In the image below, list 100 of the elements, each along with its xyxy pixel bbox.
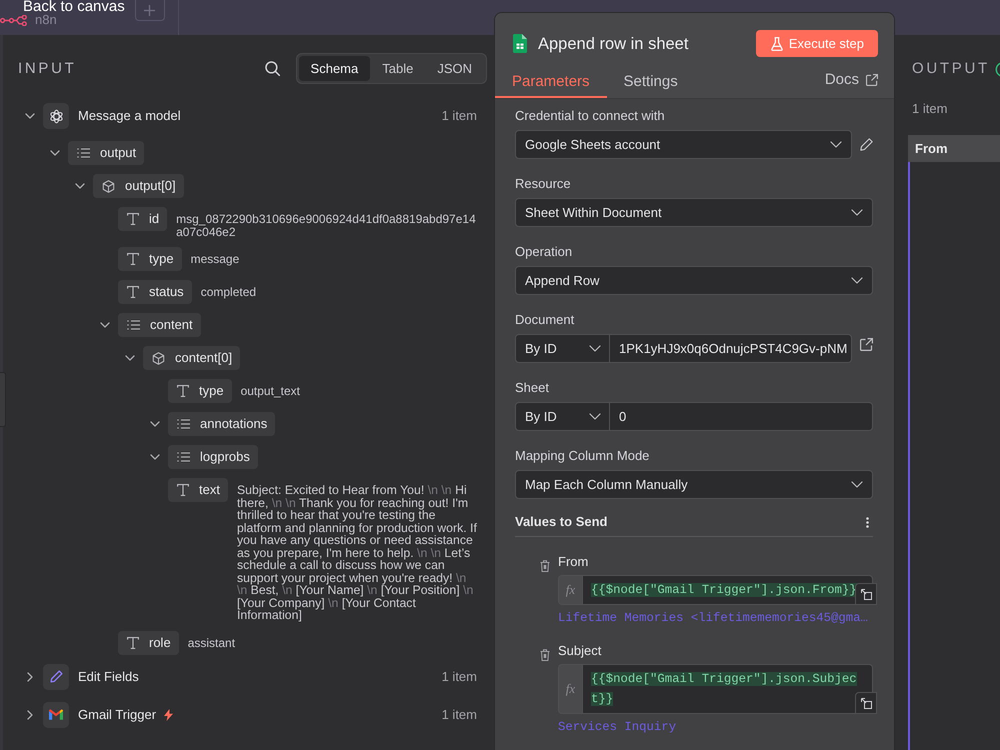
list-icon bbox=[177, 452, 190, 462]
chevron-down-icon[interactable] bbox=[150, 421, 160, 427]
chevron-down-icon[interactable] bbox=[150, 454, 160, 460]
field-chip[interactable]: text bbox=[168, 478, 228, 502]
expression-field[interactable]: {{$node["Gmail Trigger"].json.Subject}} bbox=[582, 664, 873, 714]
field-value: message bbox=[190, 251, 240, 266]
chevron-down-icon[interactable] bbox=[125, 355, 135, 361]
list-icon bbox=[127, 320, 140, 330]
external-link-icon[interactable] bbox=[860, 338, 873, 351]
field-key: id bbox=[149, 211, 160, 227]
chevron-down-icon[interactable] bbox=[75, 183, 85, 189]
search-icon[interactable] bbox=[264, 61, 280, 76]
chevron-down-icon[interactable] bbox=[100, 322, 110, 328]
field-key: status bbox=[149, 284, 184, 300]
select-field[interactable]: Google Sheets account bbox=[515, 130, 852, 159]
fx-badge: fx bbox=[558, 664, 582, 714]
field-key: output bbox=[100, 145, 136, 161]
flask-icon bbox=[770, 36, 783, 50]
expand-button[interactable] bbox=[855, 692, 877, 714]
field-key: logprobs bbox=[200, 449, 250, 465]
view-tab[interactable]: Schema bbox=[298, 56, 370, 81]
chevron-down-icon[interactable] bbox=[25, 113, 35, 119]
field-label: Credential to connect with bbox=[515, 108, 666, 124]
expand-button[interactable] bbox=[855, 583, 877, 605]
pencil-icon bbox=[43, 664, 69, 690]
lightning-icon bbox=[164, 708, 174, 720]
list-icon bbox=[177, 419, 190, 429]
chevron-right-icon[interactable] bbox=[27, 672, 33, 682]
cube-icon bbox=[102, 180, 115, 192]
select-field[interactable]: Map Each Column Manually bbox=[515, 470, 873, 499]
node-name: Edit Fields bbox=[78, 668, 139, 684]
letter-t-icon bbox=[127, 213, 139, 225]
chevron-down-icon bbox=[589, 413, 601, 420]
letter-t-icon bbox=[127, 286, 139, 298]
docs-link[interactable]: Docs bbox=[824, 71, 878, 89]
field-value: assistant bbox=[188, 634, 236, 649]
field-chip[interactable]: status bbox=[118, 280, 192, 304]
field-label: Resource bbox=[515, 176, 572, 192]
id-input-field[interactable]: 1PK1yHJ9x0q6OdnujcPST4C9Gv-pNM bbox=[610, 334, 852, 363]
plus-icon bbox=[144, 4, 156, 16]
field-chip[interactable]: role bbox=[118, 630, 179, 654]
id-input-field[interactable]: 0 bbox=[610, 402, 873, 431]
field-label: Operation bbox=[515, 244, 574, 260]
item-count: 1 item bbox=[442, 668, 477, 684]
item-count: 1 item bbox=[442, 706, 477, 722]
mode-select[interactable]: By ID bbox=[515, 334, 610, 363]
mode-select[interactable]: By ID bbox=[515, 402, 610, 431]
chevron-down-icon[interactable] bbox=[50, 150, 60, 156]
field-chip[interactable]: output[0] bbox=[93, 174, 184, 198]
letter-t-icon bbox=[127, 636, 139, 648]
field-label: Document bbox=[515, 312, 576, 328]
select-field[interactable]: Sheet Within Document bbox=[515, 198, 873, 227]
field-chip[interactable]: logprobs bbox=[168, 445, 258, 469]
panel-title: OUTPUT bbox=[912, 61, 990, 77]
field-label: Mapping Column Mode bbox=[515, 448, 650, 464]
chevron-right-icon[interactable] bbox=[27, 710, 33, 720]
chevron-down-icon bbox=[589, 345, 601, 352]
chevron-down-icon bbox=[851, 481, 863, 488]
back-link[interactable]: Back to canvas bbox=[23, 0, 125, 13]
field-key: type bbox=[149, 251, 174, 267]
field-chip[interactable]: type bbox=[118, 247, 182, 271]
cube-icon bbox=[152, 352, 165, 364]
kebab-menu-icon[interactable] bbox=[866, 516, 869, 528]
field-key: output[0] bbox=[125, 178, 176, 194]
view-tab[interactable]: Table bbox=[370, 56, 426, 81]
expression-field[interactable]: {{$node["Gmail Trigger"].json.From}} bbox=[582, 575, 873, 605]
trash-icon[interactable] bbox=[540, 560, 550, 572]
panel-title: INPUT bbox=[18, 60, 76, 76]
logo-text: n8n bbox=[35, 14, 57, 26]
letter-t-icon bbox=[177, 385, 189, 397]
nodes-logo-icon[interactable] bbox=[0, 15, 27, 26]
column-header: From bbox=[908, 135, 1000, 162]
field-chip[interactable]: annotations bbox=[168, 412, 276, 436]
fx-badge: fx bbox=[558, 575, 582, 605]
atom-icon bbox=[43, 103, 69, 129]
letter-t-icon bbox=[177, 484, 189, 496]
field-chip[interactable]: type bbox=[168, 379, 232, 403]
field-key: text bbox=[199, 482, 220, 498]
view-tab[interactable]: JSON bbox=[425, 56, 484, 81]
settings-tab[interactable]: Settings bbox=[606, 64, 695, 98]
chevron-down-icon bbox=[851, 277, 863, 284]
expression-result: Lifetime Memories <lifetimememories45@gma… bbox=[558, 611, 869, 625]
field-label: Sheet bbox=[515, 380, 550, 396]
field-key: type bbox=[199, 383, 224, 399]
item-count: 1 item bbox=[442, 108, 477, 124]
expand-icon bbox=[860, 698, 872, 708]
field-key: annotations bbox=[200, 416, 268, 432]
m-logo-icon bbox=[43, 702, 69, 728]
field-chip[interactable]: content[0] bbox=[143, 346, 240, 370]
node-title: Append row in sheet bbox=[538, 34, 688, 54]
field-chip[interactable]: output bbox=[68, 141, 144, 165]
pencil-icon[interactable] bbox=[860, 138, 873, 151]
select-field[interactable]: Append Row bbox=[515, 266, 873, 295]
field-chip[interactable]: content bbox=[118, 313, 201, 337]
ring-icon bbox=[994, 62, 1000, 76]
trash-icon[interactable] bbox=[540, 649, 550, 661]
field-value: msg_0872290b310696e9006924d41df0a8819abd97e14a07c046e2 bbox=[176, 211, 477, 238]
expression-result: Services Inquiry bbox=[558, 720, 678, 734]
field-chip[interactable]: id bbox=[118, 207, 168, 231]
external-link-icon[interactable] bbox=[866, 74, 878, 86]
